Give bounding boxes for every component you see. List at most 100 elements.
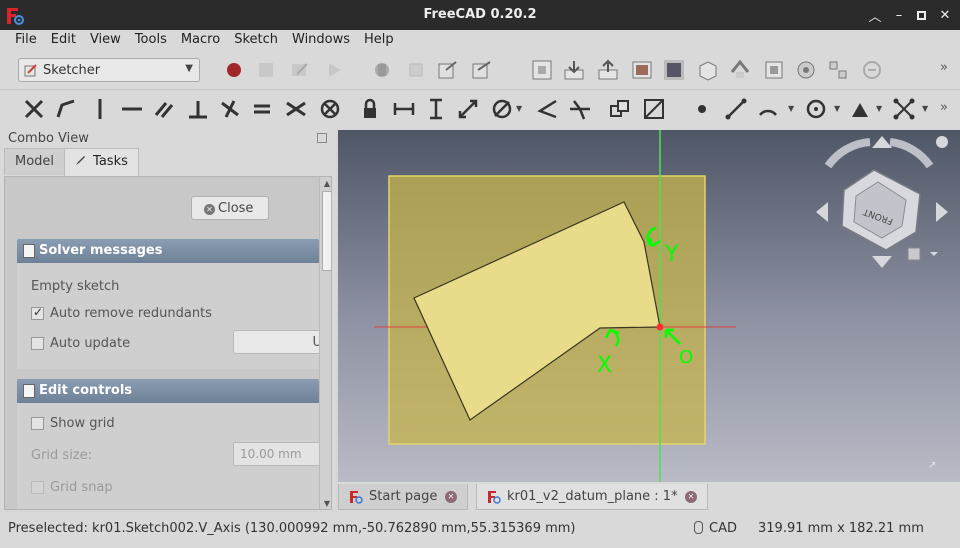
viewport-mode-icon[interactable] [630, 58, 654, 82]
grid-snap-checkbox[interactable] [31, 481, 44, 494]
menu-sketch[interactable]: Sketch [227, 30, 285, 50]
create-bspline-icon[interactable] [892, 97, 916, 121]
merge-sketches-icon[interactable] [794, 58, 818, 82]
scroll-up-icon[interactable]: ▲ [322, 179, 331, 189]
tab-model[interactable]: Model [4, 148, 66, 175]
constrain-symmetric-icon[interactable] [284, 97, 308, 121]
tasks-scrollbar[interactable]: ▲ ▼ [319, 177, 331, 509]
workbench-selector[interactable]: Sketcher ▼ [18, 58, 200, 82]
view-fit-icon[interactable] [530, 58, 554, 82]
step-icon[interactable] [404, 58, 428, 82]
constrain-horizontal-distance-icon[interactable] [392, 97, 416, 121]
arrow-up-icon[interactable] [872, 136, 892, 148]
chevron-down-icon[interactable] [930, 252, 938, 256]
tab-start-page[interactable]: Start page ✕ [338, 484, 468, 510]
update-button[interactable]: U [233, 330, 325, 354]
chevron-down-icon[interactable]: ▼ [516, 104, 522, 113]
constrain-tangent-icon[interactable] [218, 97, 242, 121]
origin-point[interactable] [656, 323, 664, 331]
reorient-sketch-icon[interactable] [728, 58, 752, 82]
debug-macro-icon[interactable] [370, 58, 394, 82]
toolbar-overflow-icon[interactable]: » [940, 60, 948, 75]
send-to-console-icon[interactable] [436, 58, 460, 82]
constrain-parallel-icon[interactable] [152, 97, 176, 121]
scroll-down-icon[interactable]: ▼ [322, 499, 331, 509]
stop-operation-icon[interactable] [860, 58, 884, 82]
create-line-icon[interactable] [724, 97, 748, 121]
menu-tools[interactable]: Tools [128, 30, 174, 50]
window-minimize-button[interactable]: – [890, 6, 908, 24]
solver-messages-header[interactable]: Solver messages [17, 239, 319, 263]
arrow-down-icon[interactable] [872, 256, 892, 268]
menu-windows[interactable]: Windows [285, 30, 357, 50]
menu-file[interactable]: File [8, 30, 44, 50]
window-close-button[interactable]: ✕ [936, 6, 954, 24]
workbench-action-icon[interactable] [470, 58, 494, 82]
constrain-point-on-object-icon[interactable] [88, 97, 112, 121]
arrow-left-icon[interactable] [816, 202, 828, 222]
constrain-angle-icon[interactable] [536, 97, 560, 121]
toolbar-overflow-icon[interactable]: » [940, 100, 948, 115]
sketch-canvas[interactable]: Y X O FRONT ↗ [338, 130, 960, 482]
chevron-down-icon[interactable]: ▼ [834, 104, 840, 113]
auto-remove-redundants-checkbox[interactable] [31, 305, 44, 320]
rotate-left-icon[interactable] [824, 138, 871, 169]
chevron-down-icon[interactable]: ▼ [876, 104, 882, 113]
edit-macro-icon[interactable] [288, 58, 312, 82]
rotate-right-icon[interactable] [889, 138, 934, 169]
navigation-cube[interactable]: FRONT [816, 136, 948, 268]
mirror-sketch-icon[interactable] [826, 58, 850, 82]
create-arc-icon[interactable] [756, 97, 780, 121]
scrollbar-thumb[interactable] [322, 191, 331, 271]
window-shade-button[interactable]: ︿ [866, 6, 884, 25]
run-macro-icon[interactable] [322, 58, 346, 82]
arrow-right-icon[interactable] [936, 202, 948, 222]
create-circle-icon[interactable] [804, 97, 828, 121]
solver-messages-group: Solver messages Empty sketch Auto remove… [17, 239, 325, 369]
menu-help[interactable]: Help [357, 30, 401, 50]
undock-icon[interactable] [317, 133, 327, 143]
menu-view[interactable]: View [83, 30, 128, 50]
constrain-lock-icon[interactable] [358, 97, 382, 121]
view-sketch-icon[interactable] [662, 58, 686, 82]
constrain-coincident-icon[interactable] [54, 97, 78, 121]
navigation-style[interactable]: CAD [694, 521, 737, 536]
tab-document[interactable]: kr01_v2_datum_plane : 1* ✕ [476, 484, 708, 510]
3d-viewport[interactable]: Y X O FRONT ↗ [338, 130, 960, 482]
menu-edit[interactable]: Edit [44, 30, 83, 50]
record-macro-icon[interactable] [222, 58, 246, 82]
create-point-icon[interactable] [690, 97, 714, 121]
tasks-pane: ✕Close Solver messages Empty sketch Auto… [4, 176, 332, 510]
chevron-down-icon[interactable]: ▼ [922, 104, 928, 113]
constrain-block-icon[interactable] [318, 97, 342, 121]
view-menu-icon[interactable] [936, 136, 948, 148]
cube-mini-icon[interactable] [907, 247, 921, 261]
chevron-down-icon[interactable]: ▼ [788, 104, 794, 113]
export-icon[interactable] [596, 58, 620, 82]
toggle-driving-icon[interactable] [642, 97, 666, 121]
show-grid-checkbox[interactable] [31, 417, 44, 430]
tab-tasks[interactable]: Tasks [64, 148, 139, 176]
constrain-perpendicular-icon[interactable] [186, 97, 210, 121]
toggle-construction-icon[interactable] [608, 97, 632, 121]
close-tab-icon[interactable]: ✕ [685, 491, 697, 503]
menu-macro[interactable]: Macro [174, 30, 227, 50]
create-polyline-icon[interactable] [848, 97, 872, 121]
import-icon[interactable] [562, 58, 586, 82]
edit-controls-header[interactable]: Edit controls [17, 379, 319, 403]
close-button[interactable]: ✕ Close [191, 196, 269, 220]
window-maximize-button[interactable] [912, 6, 930, 24]
constrain-snells-law-icon[interactable] [568, 97, 592, 121]
view-section-icon[interactable] [696, 58, 720, 82]
stop-macro-icon[interactable] [254, 58, 278, 82]
constrain-diameter-icon[interactable] [490, 97, 514, 121]
constrain-vertical-distance-icon[interactable] [424, 97, 448, 121]
constrain-distance-icon[interactable] [456, 97, 480, 121]
auto-update-checkbox[interactable] [31, 337, 44, 350]
validate-sketch-icon[interactable] [762, 58, 786, 82]
constrain-equal-icon[interactable] [250, 97, 274, 121]
grid-size-field[interactable]: 10.00 mm [233, 442, 325, 466]
close-shape-icon[interactable] [22, 97, 46, 121]
close-tab-icon[interactable]: ✕ [445, 491, 457, 503]
constrain-horizontal-icon[interactable] [120, 97, 144, 121]
